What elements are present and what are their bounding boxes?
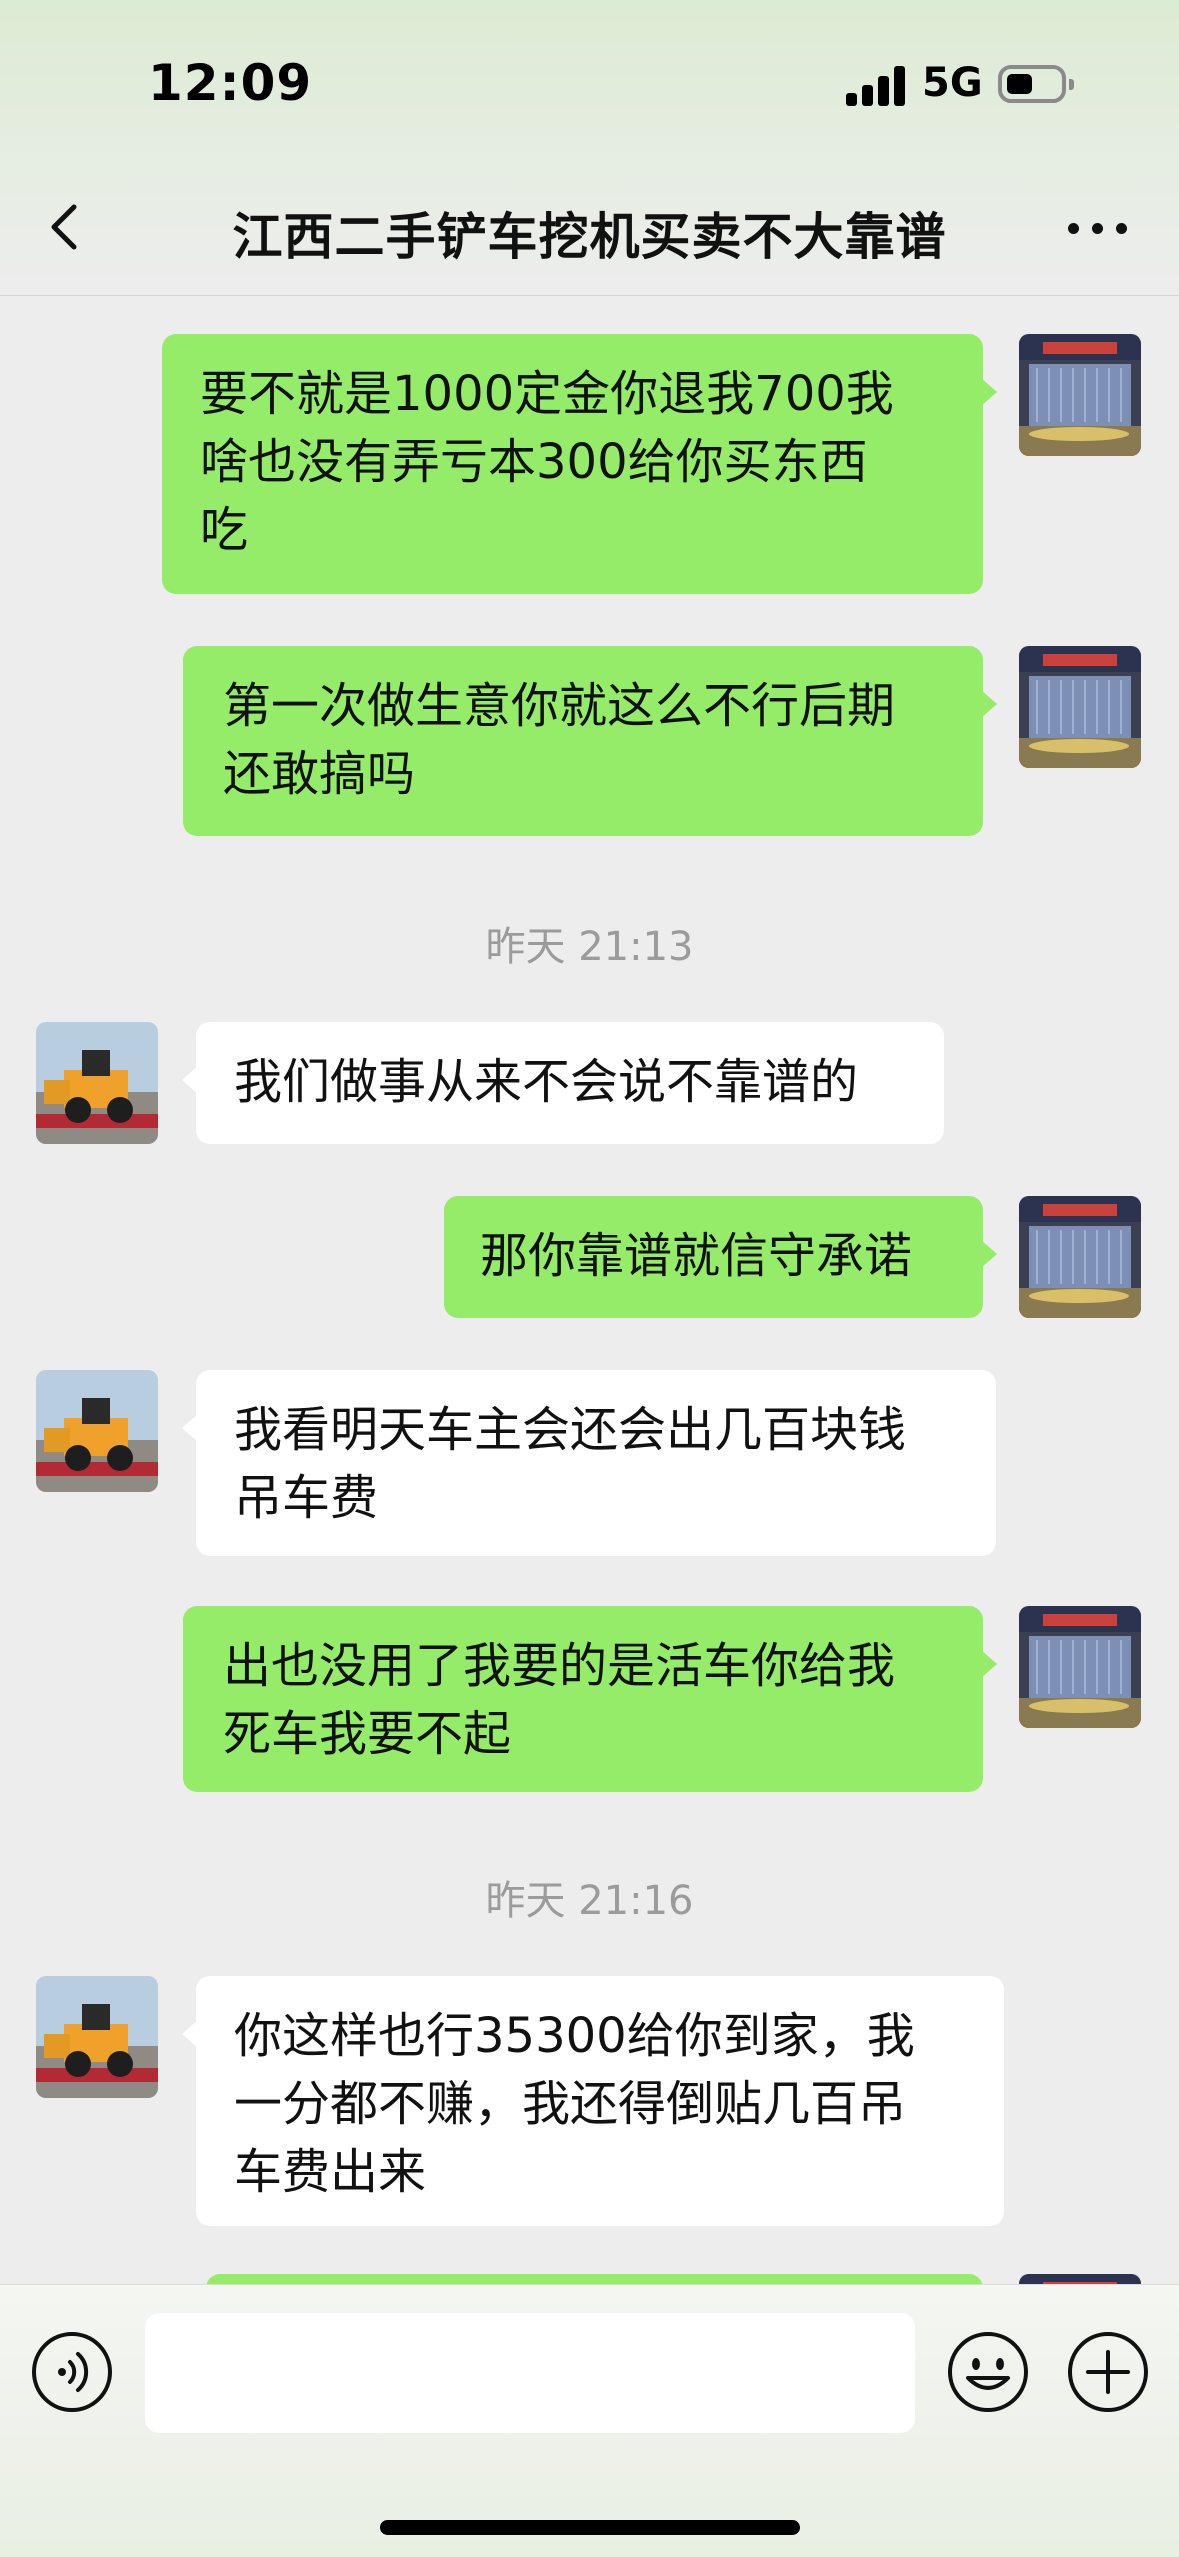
- avatar-self[interactable]: [1019, 646, 1141, 768]
- plus-icon: [1068, 2332, 1148, 2412]
- voice-icon: [32, 2332, 112, 2412]
- message-bubble-sent[interactable]: 出也没用了我要的是活车你给我 死车我要不起: [183, 1606, 997, 1792]
- input-bar: [0, 2284, 1179, 2557]
- avatar-contact[interactable]: [36, 1976, 158, 2098]
- chat-header: 江西二手铲车挖机买卖不大靠谱: [0, 175, 1179, 296]
- message-bubble-sent[interactable]: 第一次做生意你就这么不行后期 还敢搞吗: [183, 646, 997, 836]
- more-options-button[interactable]: [1058, 205, 1138, 255]
- message-bubble-sent[interactable]: [206, 2274, 983, 2284]
- emoji-icon: [948, 2332, 1028, 2412]
- message-bubble-received[interactable]: 我们做事从来不会说不靠谱的: [182, 1022, 944, 1144]
- status-bar: 12:09 5G: [0, 0, 1179, 175]
- message-bubble-sent[interactable]: 要不就是1000定金你退我700我 啥也没有弄亏本300给你买东西 吃: [162, 334, 997, 594]
- home-indicator[interactable]: [380, 2520, 800, 2535]
- battery-icon: [998, 65, 1074, 103]
- message-input[interactable]: [145, 2313, 915, 2433]
- chat-title: 江西二手铲车挖机买卖不大靠谱: [232, 208, 947, 266]
- avatar-self[interactable]: [1019, 334, 1141, 456]
- avatar-self[interactable]: [1019, 2274, 1141, 2284]
- emoji-button[interactable]: [946, 2330, 1030, 2414]
- voice-input-button[interactable]: [30, 2330, 114, 2414]
- message-bubble-received[interactable]: 我看明天车主会还会出几百块钱 吊车费: [182, 1370, 996, 1556]
- message-bubble-received[interactable]: 你这样也行35300给你到家，我 一分都不赚，我还得倒贴几百吊 车费出来: [182, 1976, 1004, 2226]
- status-time: 12:09: [148, 54, 313, 112]
- avatar-self[interactable]: [1019, 1196, 1141, 1318]
- network-type: 5G: [922, 60, 983, 106]
- more-functions-button[interactable]: [1066, 2330, 1150, 2414]
- message-list[interactable]: 要不就是1000定金你退我700我 啥也没有弄亏本300给你买东西 吃 第一次做…: [0, 296, 1179, 2284]
- message-bubble-sent[interactable]: 那你靠谱就信守承诺: [444, 1196, 997, 1318]
- avatar-self[interactable]: [1019, 1606, 1141, 1728]
- avatar-contact[interactable]: [36, 1370, 158, 1492]
- avatar-contact[interactable]: [36, 1022, 158, 1144]
- signal-strength-icon: [846, 66, 906, 106]
- message-timestamp: 昨天 21:16: [485, 1878, 694, 1924]
- message-timestamp: 昨天 21:13: [485, 924, 694, 970]
